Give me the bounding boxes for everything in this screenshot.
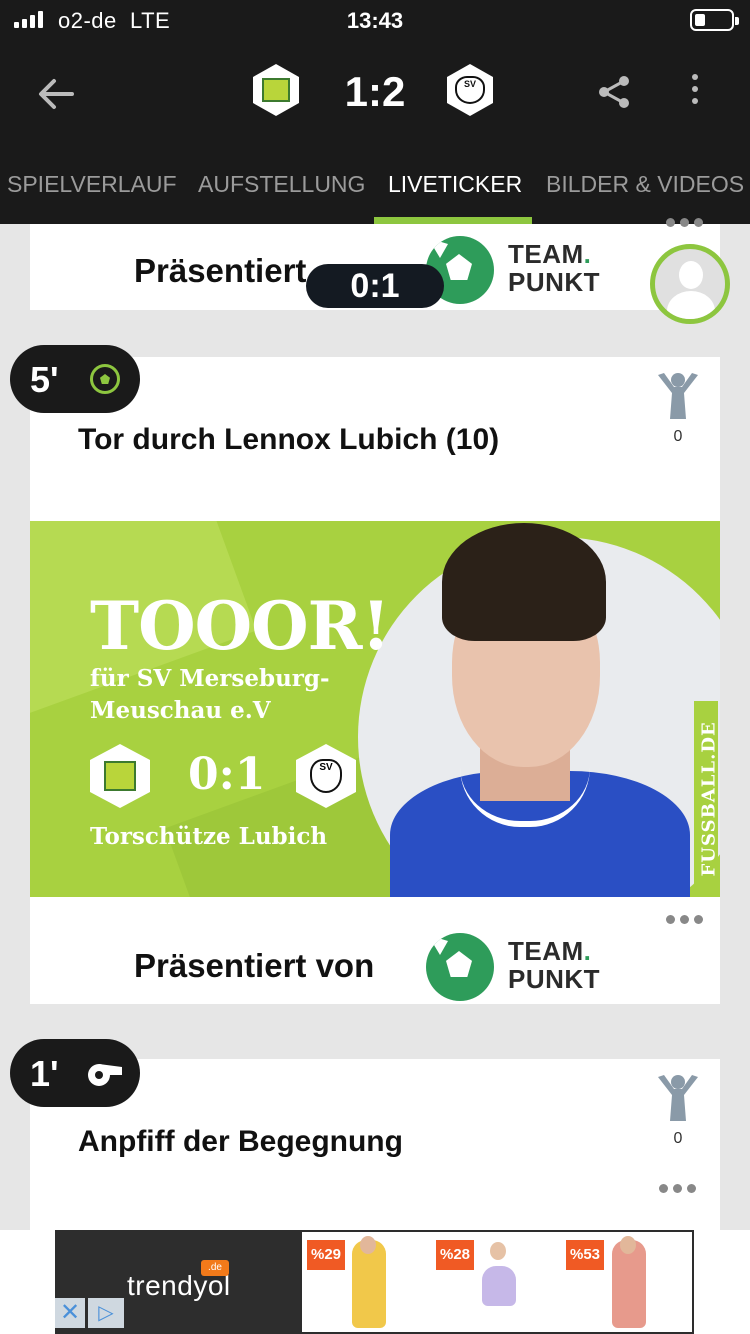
teampunkt-logo[interactable]: TEAM. PUNKT (426, 232, 616, 308)
discount-badge: %29 (307, 1240, 345, 1270)
discount-badge: %53 (566, 1240, 604, 1270)
soccer-ball-icon (90, 364, 120, 394)
ad-banner[interactable]: trendyol .de ✕ ▷ %29 %28 %53 (0, 1230, 750, 1334)
status-bar: o2-de LTE 13:43 (0, 0, 750, 40)
match-score: 1:2 (344, 68, 406, 115)
minute-badge: 1' (10, 1039, 140, 1107)
cheer-icon (658, 373, 698, 419)
presented-label: Präsentiert (134, 252, 307, 289)
discount-badge: %28 (436, 1240, 474, 1270)
home-team-logo (90, 744, 150, 808)
teampunkt-logo[interactable]: TEAM. PUNKT (426, 929, 616, 1005)
cheer-button[interactable]: 0 (650, 371, 706, 446)
fussball-de-watermark: FUSSBALL.DE (694, 701, 720, 891)
match-header: 1:2 SV (0, 40, 750, 144)
ad-product-image[interactable] (336, 1236, 400, 1328)
goal-graphic[interactable]: FUSSBALL.DE TOOOR! für SV Merseburg-Meus… (30, 521, 720, 897)
tab-spielverlauf[interactable]: SPIELVERLAUF (7, 144, 177, 224)
cheer-button[interactable]: 0 (650, 1073, 706, 1148)
home-team-logo[interactable] (253, 64, 299, 116)
minute-badge: 5' (10, 345, 140, 413)
ad-brand-tld: .de (201, 1260, 229, 1276)
battery-icon (690, 9, 739, 31)
goal-headline: TOOOR! (90, 587, 390, 665)
ad-products[interactable]: %29 %28 %53 (300, 1230, 694, 1334)
goal-scorer: Torschütze Lubich (90, 823, 328, 850)
teampunkt-ball-icon (426, 933, 494, 1001)
active-tab-indicator (374, 217, 532, 224)
ad-product-image[interactable] (596, 1236, 660, 1328)
cheer-icon (658, 1075, 698, 1121)
away-team-logo[interactable]: SV (447, 64, 493, 116)
user-avatar[interactable] (650, 244, 730, 324)
floating-score-badge[interactable]: 0:1 (306, 264, 444, 308)
status-time: 13:43 (346, 8, 404, 33)
back-arrow-icon[interactable] (36, 74, 76, 114)
ad-close-icon[interactable]: ✕ (55, 1298, 85, 1328)
ad-choices-icon[interactable]: ▷ (88, 1298, 124, 1328)
share-icon[interactable] (596, 74, 632, 110)
presented-label: Präsentiert von (134, 947, 375, 984)
ad-product-image[interactable] (466, 1236, 530, 1328)
more-options-icon[interactable] (690, 74, 700, 110)
cheer-count: 0 (673, 428, 683, 445)
tab-bilder-videos[interactable]: BILDER & VIDEOS (546, 144, 744, 224)
more-options-dots[interactable] (666, 915, 703, 924)
event-title: Anpfiff der Begegnung (78, 1125, 403, 1158)
goal-score: 0:1 (188, 749, 266, 800)
tab-aufstellung[interactable]: AUFSTELLUNG (198, 144, 365, 224)
tab-bar: SPIELVERLAUF AUFSTELLUNG LIVETICKER BILD… (0, 144, 750, 224)
cheer-count: 0 (673, 1130, 683, 1147)
more-options-dots[interactable] (659, 1184, 696, 1193)
more-options-dots[interactable] (666, 218, 703, 227)
tab-liveticker[interactable]: LIVETICKER (388, 144, 522, 224)
event-title: Tor durch Lennox Lubich (10) (78, 423, 500, 456)
whistle-icon (88, 1064, 122, 1086)
goal-team-line: für SV Merseburg-Meuschau e.V (90, 665, 330, 724)
